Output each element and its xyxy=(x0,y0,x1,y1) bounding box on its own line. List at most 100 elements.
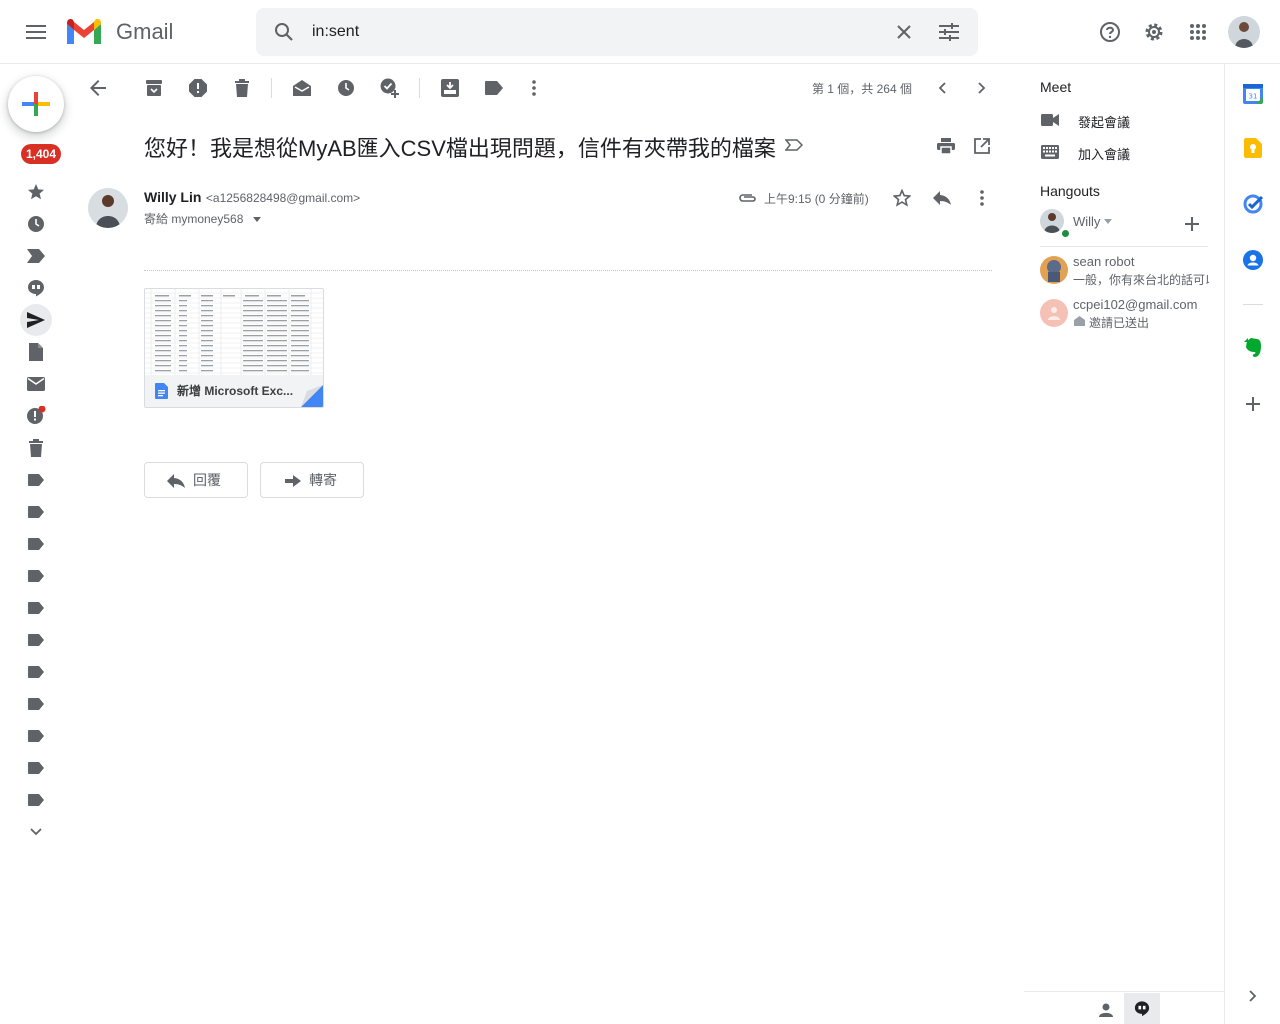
label-icon[interactable] xyxy=(20,560,52,592)
mark-unread-icon[interactable] xyxy=(286,72,318,104)
label-icon[interactable] xyxy=(20,688,52,720)
reply-arrow-icon[interactable] xyxy=(926,182,958,214)
toolbar-divider xyxy=(419,78,420,98)
apps-grid-icon[interactable] xyxy=(1182,16,1214,48)
conversations-quote-icon[interactable] xyxy=(1124,993,1160,1024)
contact-avatar[interactable] xyxy=(1040,299,1068,327)
spreadsheet-thumbnail xyxy=(145,289,323,375)
contact-name[interactable]: sean robot xyxy=(1073,254,1134,269)
status-caret-down-icon[interactable] xyxy=(1102,216,1114,226)
label-icon[interactable] xyxy=(20,464,52,496)
importance-marker-icon[interactable] xyxy=(784,137,804,153)
label-icon[interactable] xyxy=(20,784,52,816)
all-mail-icon[interactable] xyxy=(20,368,52,400)
main-menu-icon[interactable] xyxy=(20,16,52,48)
start-meeting-link[interactable]: 發起會議 xyxy=(1078,112,1130,131)
search-bar: in:sent xyxy=(256,8,978,56)
newer-chevron-left-icon[interactable] xyxy=(926,72,958,104)
attachment-paperclip-icon xyxy=(737,190,759,206)
keep-notes-icon[interactable] xyxy=(1239,134,1267,162)
search-options-icon[interactable] xyxy=(933,16,965,48)
contact-name[interactable]: ccpei102@gmail.com xyxy=(1073,297,1197,312)
top-bar: Gmail in:sent xyxy=(0,0,1280,64)
back-arrow-icon[interactable] xyxy=(82,72,114,104)
hangouts-user-name[interactable]: Willy xyxy=(1073,214,1100,229)
star-outline-icon[interactable] xyxy=(886,182,918,214)
report-spam-icon[interactable] xyxy=(182,72,214,104)
open-new-window-icon[interactable] xyxy=(966,130,998,162)
app-name[interactable]: Gmail xyxy=(116,19,173,45)
gmail-logo-icon[interactable] xyxy=(64,16,104,48)
evernote-icon[interactable] xyxy=(1239,334,1267,362)
hangouts-divider xyxy=(1040,246,1208,247)
side-apps-panel: 31 xyxy=(1224,64,1280,1024)
toolbar-divider xyxy=(271,78,272,98)
label-icon[interactable] xyxy=(20,752,52,784)
search-input[interactable]: in:sent xyxy=(312,8,359,56)
settings-gear-icon[interactable] xyxy=(1138,16,1170,48)
label-icon[interactable] xyxy=(20,720,52,752)
search-icon[interactable] xyxy=(268,16,300,48)
label-as-icon[interactable] xyxy=(478,72,510,104)
attachment-file-name: 新增 Microsoft Exc... xyxy=(177,384,294,398)
label-icon[interactable] xyxy=(20,592,52,624)
more-vertical-icon[interactable] xyxy=(518,72,550,104)
drafts-icon[interactable] xyxy=(20,336,52,368)
message-more-vertical-icon[interactable] xyxy=(966,182,998,214)
move-to-icon[interactable] xyxy=(434,72,466,104)
meet-title: Meet xyxy=(1040,79,1072,95)
page-fold-corner-icon xyxy=(301,385,323,407)
tasks-icon[interactable] xyxy=(1239,190,1267,218)
attachment-card[interactable]: 新增 Microsoft Exc... xyxy=(144,288,324,408)
snooze-clock-icon[interactable] xyxy=(330,72,362,104)
clear-search-icon[interactable] xyxy=(888,16,920,48)
forward-label: 轉寄 xyxy=(309,472,337,488)
older-chevron-right-icon[interactable] xyxy=(966,72,998,104)
attachment-footer[interactable]: 新增 Microsoft Exc... xyxy=(145,375,323,407)
keyboard-icon xyxy=(1040,144,1060,160)
compose-button[interactable] xyxy=(8,76,64,132)
join-meeting-link[interactable]: 加入會議 xyxy=(1078,144,1130,163)
inbox-unread-badge[interactable]: 1,404 xyxy=(21,144,62,164)
more-labels-chevron-down-icon[interactable] xyxy=(20,816,52,848)
contact-message-preview[interactable]: 一般，你有來台北的話可以 xyxy=(1073,271,1209,288)
starred-icon[interactable] xyxy=(20,176,52,208)
print-icon[interactable] xyxy=(930,130,962,162)
label-icon[interactable] xyxy=(20,624,52,656)
new-conversation-plus-icon[interactable] xyxy=(1180,212,1204,236)
contacts-icon[interactable] xyxy=(1239,246,1267,274)
sender-email: <a1256828498@gmail.com> xyxy=(205,191,361,205)
forward-icon xyxy=(285,475,301,487)
caret-down-icon[interactable] xyxy=(252,217,261,223)
sender-name[interactable]: Willy Lin xyxy=(144,189,201,205)
label-icon[interactable] xyxy=(20,656,52,688)
delete-icon[interactable] xyxy=(226,72,258,104)
trash-icon[interactable] xyxy=(20,432,52,464)
spam-icon[interactable] xyxy=(20,400,52,432)
get-addons-plus-icon[interactable] xyxy=(1239,390,1267,418)
document-file-icon xyxy=(153,382,169,400)
online-status-dot xyxy=(1060,228,1071,239)
side-apps-divider xyxy=(1243,304,1263,305)
hide-side-panel-chevron-right-icon[interactable] xyxy=(1239,982,1267,1010)
calendar-icon[interactable]: 31 xyxy=(1239,80,1267,108)
hangouts-title: Hangouts xyxy=(1040,183,1100,199)
contact-avatar[interactable] xyxy=(1040,256,1068,284)
label-icon[interactable] xyxy=(20,496,52,528)
forward-button[interactable]: 轉寄 xyxy=(260,462,364,498)
message-time: 上午9:15 (0 分鐘前) xyxy=(764,192,869,206)
archive-icon[interactable] xyxy=(138,72,170,104)
email-subject: 您好！我是想從MyAB匯入CSV檔出現問題，信件有夾帶我的檔案 xyxy=(144,136,776,161)
contacts-person-icon[interactable] xyxy=(1092,996,1120,1024)
chats-icon[interactable] xyxy=(20,272,52,304)
help-icon[interactable] xyxy=(1094,16,1126,48)
account-avatar[interactable] xyxy=(1228,16,1260,48)
recipient-line[interactable]: 寄給 mymoney568 xyxy=(144,210,261,227)
sent-icon[interactable] xyxy=(20,304,52,336)
label-icon[interactable] xyxy=(20,528,52,560)
reply-button[interactable]: 回覆 xyxy=(144,462,248,498)
sender-avatar[interactable] xyxy=(88,188,128,228)
snoozed-clock-icon[interactable] xyxy=(20,208,52,240)
add-to-tasks-icon[interactable] xyxy=(374,72,406,104)
important-icon[interactable] xyxy=(20,240,52,272)
